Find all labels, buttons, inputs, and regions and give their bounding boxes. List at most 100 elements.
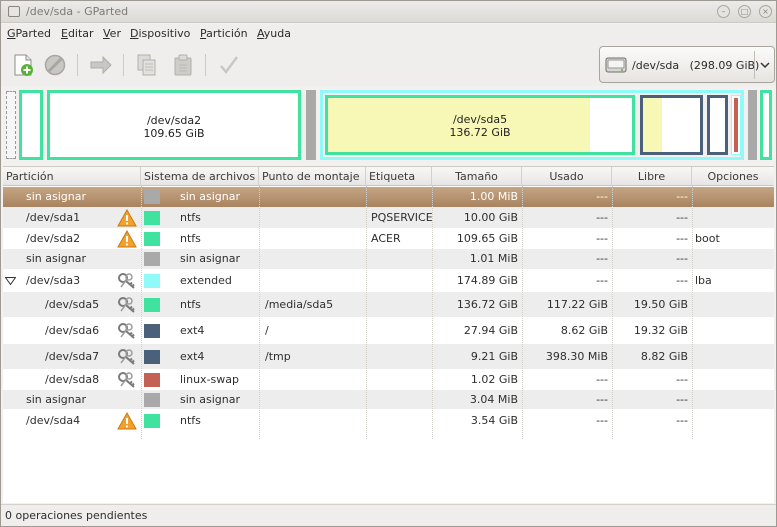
minimize-icon[interactable]: – xyxy=(717,5,730,18)
map-unallocated[interactable] xyxy=(306,90,316,160)
cell-filesystem: ext4 xyxy=(180,350,205,363)
fs-color-swatch xyxy=(144,210,160,225)
map-sda5[interactable]: /dev/sda5 136.72 GiB xyxy=(325,95,635,155)
paste-icon xyxy=(174,54,192,76)
partition-map: /dev/sda2 109.65 GiB /dev/sda5 136.72 GiB xyxy=(3,88,774,162)
cell-used: 117.22 GiB xyxy=(546,298,608,311)
map-sda5-size: 136.72 GiB xyxy=(449,126,511,139)
col-particion[interactable]: Partición xyxy=(3,167,141,186)
fs-color-swatch xyxy=(144,372,160,387)
col-libre[interactable]: Libre xyxy=(612,167,692,186)
toolbar-separator xyxy=(123,54,124,76)
cell-size: 9.21 GiB xyxy=(470,350,518,363)
fs-color-swatch xyxy=(144,392,160,407)
warning-icon xyxy=(117,229,137,247)
col-usado[interactable]: Usado xyxy=(522,167,612,186)
cell-label xyxy=(371,344,433,369)
col-opciones[interactable]: Opciones xyxy=(692,167,774,186)
menu-dispositivo[interactable]: Dispositivo xyxy=(130,27,190,40)
table-row[interactable]: /dev/sda7 ext4/tmp 9.21 GiB 398.30 MiB 8.82 … xyxy=(3,344,774,369)
cell-mountpoint xyxy=(265,390,365,409)
cell-mountpoint xyxy=(265,269,365,292)
cell-label xyxy=(371,292,433,317)
title-bar[interactable]: /dev/sda - GParted – □ × xyxy=(1,1,776,23)
device-selector[interactable]: /dev/sda (298.09 GiB) xyxy=(599,46,775,83)
cell-filesystem: sin asignar xyxy=(180,393,241,406)
table-row[interactable]: /dev/sda4 ntfs 3.54 GiB --- --- xyxy=(3,409,774,432)
cell-free: --- xyxy=(676,393,688,406)
fs-color-swatch xyxy=(144,231,160,246)
maximize-icon[interactable]: □ xyxy=(738,5,751,18)
fs-color-swatch xyxy=(144,413,160,428)
table-row[interactable]: sin asignar sin asignar 1.00 MiB --- --- xyxy=(3,187,774,207)
menu-ayuda[interactable]: Ayuda xyxy=(257,27,291,40)
column-divider xyxy=(432,186,433,439)
cell-used: --- xyxy=(596,190,608,203)
table-row[interactable]: sin asignar sin asignar 3.04 MiB --- --- xyxy=(3,390,774,409)
table-row[interactable]: sin asignar sin asignar 1.01 MiB --- --- xyxy=(3,249,774,269)
map-sda7[interactable] xyxy=(707,95,728,155)
menu-particion[interactable]: Partición xyxy=(200,27,248,40)
cell-label xyxy=(371,317,433,344)
status-text: 0 operaciones pendientes xyxy=(5,509,148,522)
map-sda8[interactable] xyxy=(731,95,741,155)
cell-flags xyxy=(695,187,773,207)
apply-icon xyxy=(220,56,239,75)
table-row[interactable]: /dev/sda6 ext4/27.94 GiB 8.62 GiB 19.32 GiB xyxy=(3,317,774,344)
col-sistema-archivos[interactable]: Sistema de archivos xyxy=(141,167,259,186)
cell-mountpoint: /tmp xyxy=(265,350,291,363)
map-sda1[interactable] xyxy=(19,90,43,160)
cell-partition: /dev/sda2 xyxy=(26,232,81,245)
cell-size: 1.01 MiB xyxy=(469,252,518,265)
map-unallocated[interactable] xyxy=(6,91,16,159)
table-row[interactable]: /dev/sda1 ntfs PQSERVICE 10.00 GiB --- --- xyxy=(3,207,774,228)
new-partition-icon[interactable] xyxy=(11,53,35,77)
map-sda2[interactable]: /dev/sda2 109.65 GiB xyxy=(47,90,301,160)
cell-label xyxy=(371,187,433,207)
map-sda3-extended[interactable]: /dev/sda5 136.72 GiB xyxy=(320,90,744,160)
cell-free: --- xyxy=(676,414,688,427)
col-punto-montaje[interactable]: Punto de montaje xyxy=(259,167,366,186)
map-sda6[interactable] xyxy=(640,95,703,155)
delete-icon xyxy=(44,54,66,76)
key-icon xyxy=(118,322,135,339)
map-sda4[interactable] xyxy=(760,90,772,160)
toolbar-separator xyxy=(205,54,206,76)
cell-free: --- xyxy=(676,190,688,203)
fs-color-swatch xyxy=(144,297,160,312)
chevron-down-icon xyxy=(760,62,770,69)
cell-partition: sin asignar xyxy=(26,393,87,406)
menu-gparted[interactable]: GParted xyxy=(7,27,51,40)
map-unallocated[interactable] xyxy=(748,90,757,160)
cell-used: --- xyxy=(596,414,608,427)
cell-mountpoint xyxy=(265,369,365,390)
cell-mountpoint: / xyxy=(265,324,269,337)
cell-used: --- xyxy=(596,373,608,386)
col-tamano[interactable]: Tamaño xyxy=(432,167,522,186)
menu-ver[interactable]: Ver xyxy=(103,27,121,40)
resize-move-icon xyxy=(90,55,112,75)
menu-bar: GParted Editar Ver Dispositivo Partición… xyxy=(1,24,776,44)
cell-free: 19.50 GiB xyxy=(633,298,688,311)
table-header: Partición Sistema de archivos Punto de m… xyxy=(3,167,774,186)
table-row[interactable]: /dev/sda5 ntfs/media/sda5 136.72 GiB 117.22… xyxy=(3,292,774,317)
cell-free: --- xyxy=(676,211,688,224)
cell-label: ACER xyxy=(371,232,401,245)
cell-mountpoint xyxy=(265,207,365,228)
table-row[interactable]: /dev/sda2 ntfs ACER 109.65 GiB --- --- boot xyxy=(3,228,774,249)
cell-partition: /dev/sda1 xyxy=(26,211,81,224)
table-row[interactable]: /dev/sda3 extended 174.89 GiB --- --- lba xyxy=(3,269,774,292)
cell-used: --- xyxy=(596,252,608,265)
expander-triangle-icon[interactable] xyxy=(5,276,16,285)
menu-editar[interactable]: Editar xyxy=(61,27,94,40)
col-etiqueta[interactable]: Etiqueta xyxy=(366,167,432,186)
fs-color-swatch xyxy=(144,323,160,338)
close-icon[interactable]: × xyxy=(759,5,772,18)
device-label: /dev/sda (298.09 GiB) xyxy=(632,59,760,72)
key-icon xyxy=(118,296,135,313)
cell-used: 398.30 MiB xyxy=(545,350,608,363)
table-row[interactable]: /dev/sda8 linux-swap 1.02 GiB --- --- xyxy=(3,369,774,390)
window-icon xyxy=(8,6,20,17)
cell-size: 27.94 GiB xyxy=(463,324,518,337)
warning-icon xyxy=(117,411,137,429)
